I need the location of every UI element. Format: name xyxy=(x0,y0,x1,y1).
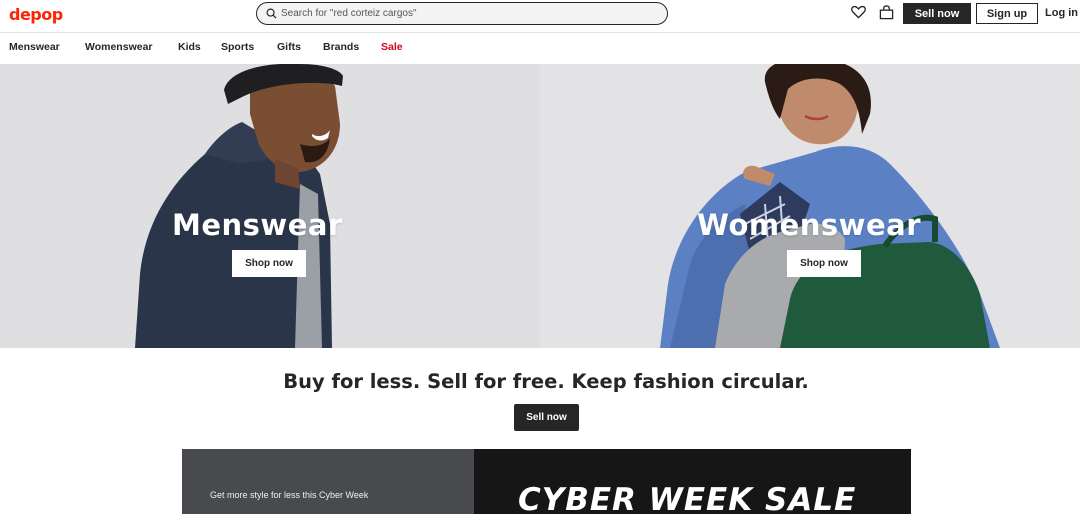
hero-womenswear-title: Womenswear xyxy=(697,208,922,242)
category-nav: Menswear Womenswear Kids Sports Gifts Br… xyxy=(0,33,1080,64)
hero-womenswear-panel[interactable]: Womenswear Shop now xyxy=(540,64,1080,348)
promo-left-panel: Get more style for less this Cyber Week xyxy=(182,449,474,514)
depop-logo[interactable]: depop xyxy=(9,5,63,24)
sell-now-cta-button[interactable]: Sell now xyxy=(514,404,579,431)
hero-menswear-title: Menswear xyxy=(172,208,343,242)
heart-icon[interactable] xyxy=(851,5,866,24)
shop-womenswear-button[interactable]: Shop now xyxy=(787,250,861,277)
hero-menswear-panel[interactable]: Menswear Shop now xyxy=(0,64,540,348)
search-input[interactable] xyxy=(281,6,661,21)
nav-menswear[interactable]: Menswear xyxy=(9,41,60,53)
tagline-heading: Buy for less. Sell for free. Keep fashio… xyxy=(283,370,809,393)
nav-brands[interactable]: Brands xyxy=(323,41,359,53)
promo-subtext: Get more style for less this Cyber Week xyxy=(210,490,369,500)
shop-menswear-button[interactable]: Shop now xyxy=(232,250,306,277)
bag-icon[interactable] xyxy=(879,5,894,25)
top-header: depop Sell now Sign up Log in xyxy=(0,0,1080,33)
menswear-model-image xyxy=(0,64,540,348)
cyber-week-banner[interactable]: Get more style for less this Cyber Week … xyxy=(182,449,911,514)
nav-gifts[interactable]: Gifts xyxy=(277,41,301,53)
sell-now-button[interactable]: Sell now xyxy=(903,3,971,24)
search-icon xyxy=(266,8,277,19)
promo-right-panel: CYBER WEEK SALE xyxy=(474,449,911,514)
hero-banner: Menswear Shop now Womenswear Shop now xyxy=(0,64,1080,348)
log-in-link[interactable]: Log in xyxy=(1045,7,1078,19)
sign-up-button[interactable]: Sign up xyxy=(976,3,1038,24)
nav-sports[interactable]: Sports xyxy=(221,41,254,53)
search-bar[interactable] xyxy=(256,2,668,25)
promo-title: CYBER WEEK SALE xyxy=(518,482,857,514)
nav-kids[interactable]: Kids xyxy=(178,41,201,53)
womenswear-model-image xyxy=(540,64,1080,348)
nav-womenswear[interactable]: Womenswear xyxy=(85,41,153,53)
nav-sale[interactable]: Sale xyxy=(381,41,403,53)
